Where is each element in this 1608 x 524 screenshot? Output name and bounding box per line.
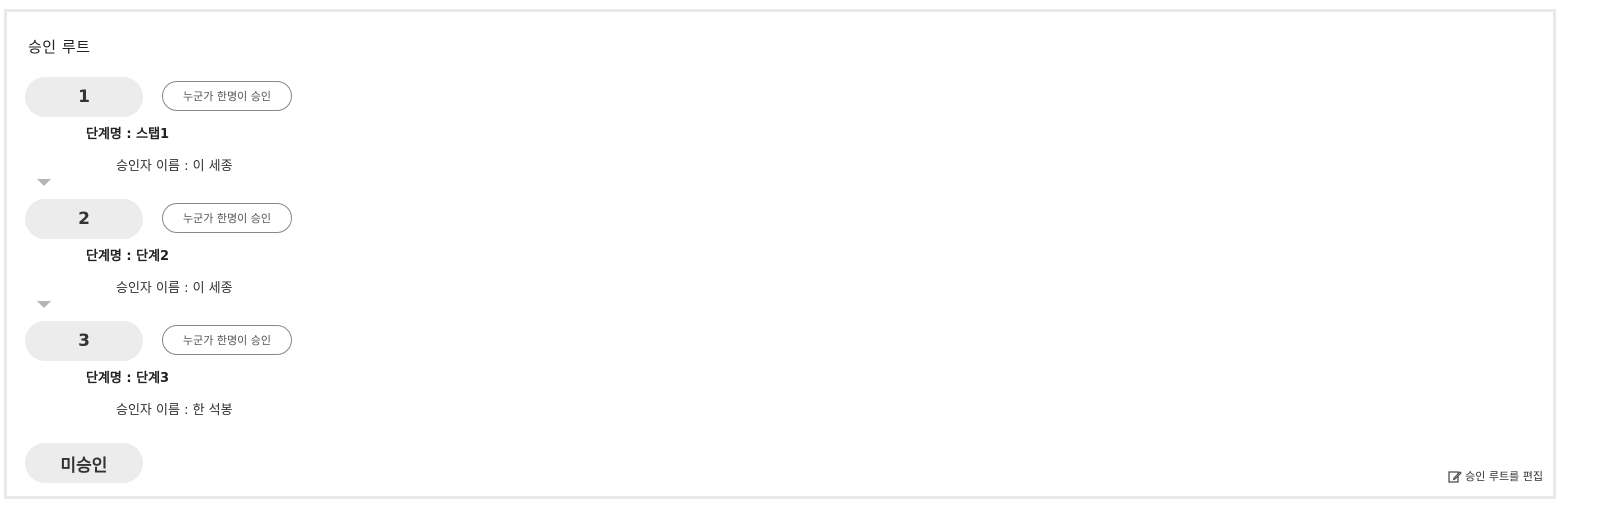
down-arrow-icon <box>37 179 51 186</box>
step-number-pill: 3 <box>25 321 143 361</box>
edit-icon <box>1448 470 1462 483</box>
step-name: 단계명 : 스탭1 <box>86 127 170 142</box>
approval-step-2: 2 누군가 한명이 승인 단계명 : 단계2 승인자 이름 : 이 세종 <box>7 199 407 319</box>
approval-route-panel: 승인 루트 1 누군가 한명이 승인 단계명 : 스탭1 승인자 이름 : 이 … <box>4 9 1556 499</box>
step-name: 단계명 : 단계3 <box>86 371 170 386</box>
section-title: 승인 루트 <box>28 38 91 56</box>
approver-name: 승인자 이름 : 이 세종 <box>116 159 233 174</box>
approval-status-badge: 미승인 <box>25 443 143 483</box>
edit-approval-route-link[interactable]: 승인 루트를 편집 <box>1448 468 1543 484</box>
approval-step-3: 3 누군가 한명이 승인 단계명 : 단계3 승인자 이름 : 한 석봉 <box>7 321 407 441</box>
approver-name: 승인자 이름 : 이 세종 <box>116 281 233 296</box>
approval-rule-badge: 누군가 한명이 승인 <box>162 203 292 233</box>
step-number-pill: 2 <box>25 199 143 239</box>
approver-name: 승인자 이름 : 한 석봉 <box>116 403 233 418</box>
step-name: 단계명 : 단계2 <box>86 249 170 264</box>
edit-link-label: 승인 루트를 편집 <box>1465 470 1543 483</box>
approval-rule-badge: 누군가 한명이 승인 <box>162 81 292 111</box>
approval-step-1: 1 누군가 한명이 승인 단계명 : 스탭1 승인자 이름 : 이 세종 <box>7 77 407 197</box>
step-number-pill: 1 <box>25 77 143 117</box>
down-arrow-icon <box>37 301 51 308</box>
approval-rule-badge: 누군가 한명이 승인 <box>162 325 292 355</box>
